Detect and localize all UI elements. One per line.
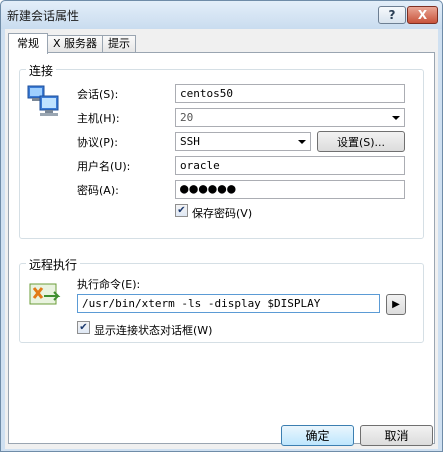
session-label: 会话(S):: [77, 88, 119, 101]
host-value: 20: [180, 111, 194, 124]
session-input[interactable]: centos50: [175, 84, 405, 103]
window-title: 新建会话属性: [7, 9, 80, 23]
tab-general[interactable]: 常规: [8, 33, 48, 54]
chevron-down-icon[interactable]: [298, 140, 306, 144]
ok-button[interactable]: 确定: [281, 425, 354, 446]
username-label: 用户名(U):: [77, 160, 131, 173]
dialog-body: 常规 X 服务器 提示 连接 会话(S): centos50 主机(H): 20…: [5, 29, 438, 449]
tab-x-server[interactable]: X 服务器: [47, 35, 104, 53]
connection-group-label: 连接: [26, 62, 57, 79]
host-combobox[interactable]: 20: [175, 108, 405, 127]
protocol-value: SSH: [180, 135, 200, 148]
command-label: 执行命令(E):: [77, 278, 141, 291]
remote-execution-group: 远程执行 执行命令(E): /usr/bin/xterm -ls -displa…: [19, 256, 424, 343]
run-command-button[interactable]: ▶: [386, 294, 406, 315]
password-input[interactable]: ●●●●●●: [175, 180, 405, 199]
show-status-dialog-label[interactable]: 显示连接状态对话框(W): [94, 322, 212, 338]
save-password-label[interactable]: 保存密码(V): [192, 205, 252, 221]
connection-group: 连接 会话(S): centos50 主机(H): 20 协议(P): SSH …: [19, 62, 424, 239]
password-label: 密码(A):: [77, 184, 119, 197]
save-password-checkbox[interactable]: ✔: [175, 204, 188, 217]
session-properties-dialog: 新建会话属性 ? X 常规 X 服务器 提示 连接 会话(S): centos5…: [0, 0, 443, 452]
settings-button[interactable]: 设置(S)...: [317, 131, 405, 152]
close-button[interactable]: X: [407, 6, 438, 24]
command-input[interactable]: /usr/bin/xterm -ls -display $DISPLAY: [77, 294, 380, 313]
network-computers-icon: [27, 85, 59, 116]
chevron-down-icon[interactable]: [392, 116, 400, 120]
protocol-label: 协议(P):: [77, 136, 118, 149]
tab-hints[interactable]: 提示: [102, 35, 137, 53]
tab-panel-general: 连接 会话(S): centos50 主机(H): 20 协议(P): SSH …: [8, 52, 435, 444]
title-bar: 新建会话属性 ? X: [1, 1, 442, 29]
host-label: 主机(H):: [77, 112, 120, 125]
help-button[interactable]: ?: [378, 6, 406, 24]
username-input[interactable]: oracle: [175, 156, 405, 175]
protocol-select[interactable]: SSH: [175, 132, 311, 151]
cancel-button[interactable]: 取消: [360, 425, 433, 446]
show-status-dialog-checkbox[interactable]: ✔: [77, 321, 90, 334]
terminal-x-icon: [29, 283, 61, 305]
remote-execution-group-label: 远程执行: [26, 256, 81, 273]
tab-strip: 常规 X 服务器 提示: [8, 33, 137, 54]
